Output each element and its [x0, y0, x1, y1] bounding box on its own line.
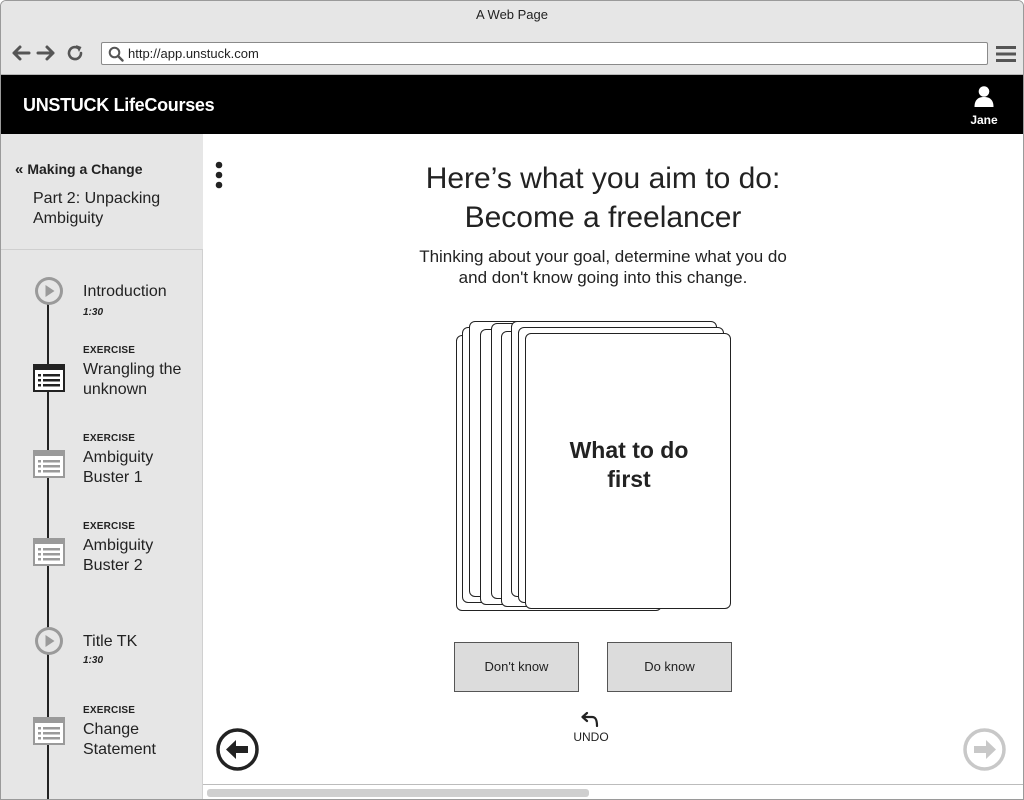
- user-icon: [974, 86, 994, 107]
- undo-button[interactable]: UNDO: [569, 711, 613, 744]
- part-title: Part 2: Unpacking Ambiguity: [33, 190, 161, 227]
- step-duration: 1:30: [83, 307, 104, 318]
- exercise-icon: [33, 538, 65, 566]
- goal-text: Become a freelancer: [464, 201, 742, 234]
- card-stack: What to do first: [456, 319, 736, 615]
- step-title: Change Statement: [83, 721, 156, 758]
- goal-prompt: Here’s what you aim to do:: [425, 162, 781, 195]
- step-title: Introduction: [83, 283, 167, 300]
- sidebar-item-change-statement[interactable]: EXERCISE Change Statement: [1, 702, 203, 772]
- search-icon: [108, 46, 124, 62]
- step-title: Ambiguity Buster 2: [83, 537, 154, 574]
- course-sidebar: «Making a Change Part 2: Unpacking Ambig…: [1, 134, 203, 799]
- window-title: A Web Page: [475, 7, 549, 22]
- scrollbar-thumb[interactable]: [207, 789, 589, 797]
- instructions: Thinking about your goal, determine what…: [353, 246, 853, 288]
- previous-arrow-icon[interactable]: [216, 728, 259, 771]
- browser-menu-icon[interactable]: [995, 45, 1017, 63]
- exercise-icon: [33, 364, 65, 392]
- user-name: Jane: [970, 113, 998, 127]
- back-link-label: Making a Change: [27, 161, 143, 177]
- step-title: Wrangling the unknown: [83, 361, 182, 398]
- step-kicker: EXERCISE: [83, 433, 136, 444]
- step-kicker: EXERCISE: [83, 521, 136, 532]
- instructions-line: and don't know going into this change.: [458, 268, 748, 287]
- exercise-icon: [33, 717, 65, 745]
- user-menu[interactable]: Jane: [963, 85, 1005, 127]
- browser-toolbar: http://app.unstuck.com: [1, 31, 1023, 75]
- play-icon: [35, 277, 63, 305]
- address-bar[interactable]: http://app.unstuck.com: [101, 42, 988, 65]
- step-kicker: EXERCISE: [83, 705, 136, 716]
- url-text: http://app.unstuck.com: [128, 46, 259, 61]
- sidebar-item-wrangling-the-unknown[interactable]: EXERCISE Wrangling the unknown: [1, 342, 203, 412]
- window-title-bar: A Web Page: [1, 1, 1023, 31]
- sidebar-header: «Making a Change Part 2: Unpacking Ambig…: [1, 134, 203, 250]
- more-options-icon[interactable]: [214, 161, 224, 189]
- double-chevron-left-icon: «: [15, 161, 24, 178]
- sidebar-item-title-tk[interactable]: Title TK 1:30: [1, 626, 203, 676]
- step-kicker: EXERCISE: [83, 345, 136, 356]
- play-icon: [35, 627, 63, 655]
- back-arrow-icon[interactable]: [10, 42, 32, 64]
- undo-label: UNDO: [573, 730, 609, 744]
- sidebar-item-introduction[interactable]: Introduction 1:30: [1, 274, 203, 324]
- horizontal-scrollbar[interactable]: [203, 784, 1023, 799]
- back-to-course-link[interactable]: «Making a Change: [15, 161, 142, 178]
- dont-know-button[interactable]: Don't know: [454, 642, 579, 692]
- forward-arrow-icon[interactable]: [35, 42, 57, 64]
- app-header: UNSTUCK LifeCourses Jane: [1, 75, 1023, 134]
- undo-arrow-icon: [581, 711, 599, 728]
- step-title: Ambiguity Buster 1: [83, 449, 154, 486]
- step-title: Title TK: [83, 633, 138, 650]
- reload-icon[interactable]: [64, 42, 86, 64]
- step-duration: 1:30: [83, 655, 104, 666]
- page-title: Here’s what you aim to do: Become a free…: [303, 159, 903, 237]
- brand-logo[interactable]: UNSTUCK LifeCourses: [23, 95, 215, 116]
- current-card[interactable]: What to do first: [525, 333, 731, 609]
- instructions-line: Thinking about your goal, determine what…: [419, 247, 787, 266]
- exercise-icon: [33, 450, 65, 478]
- card-prompt: What to do first: [569, 437, 689, 492]
- sidebar-item-ambiguity-buster-2[interactable]: EXERCISE Ambiguity Buster 2: [1, 518, 203, 588]
- browser-window: A Web Page http://app.unstuck.com UNSTUC…: [0, 0, 1024, 800]
- sidebar-item-ambiguity-buster-1[interactable]: EXERCISE Ambiguity Buster 1: [1, 430, 203, 500]
- next-arrow-icon[interactable]: [963, 728, 1006, 771]
- do-know-button[interactable]: Do know: [607, 642, 732, 692]
